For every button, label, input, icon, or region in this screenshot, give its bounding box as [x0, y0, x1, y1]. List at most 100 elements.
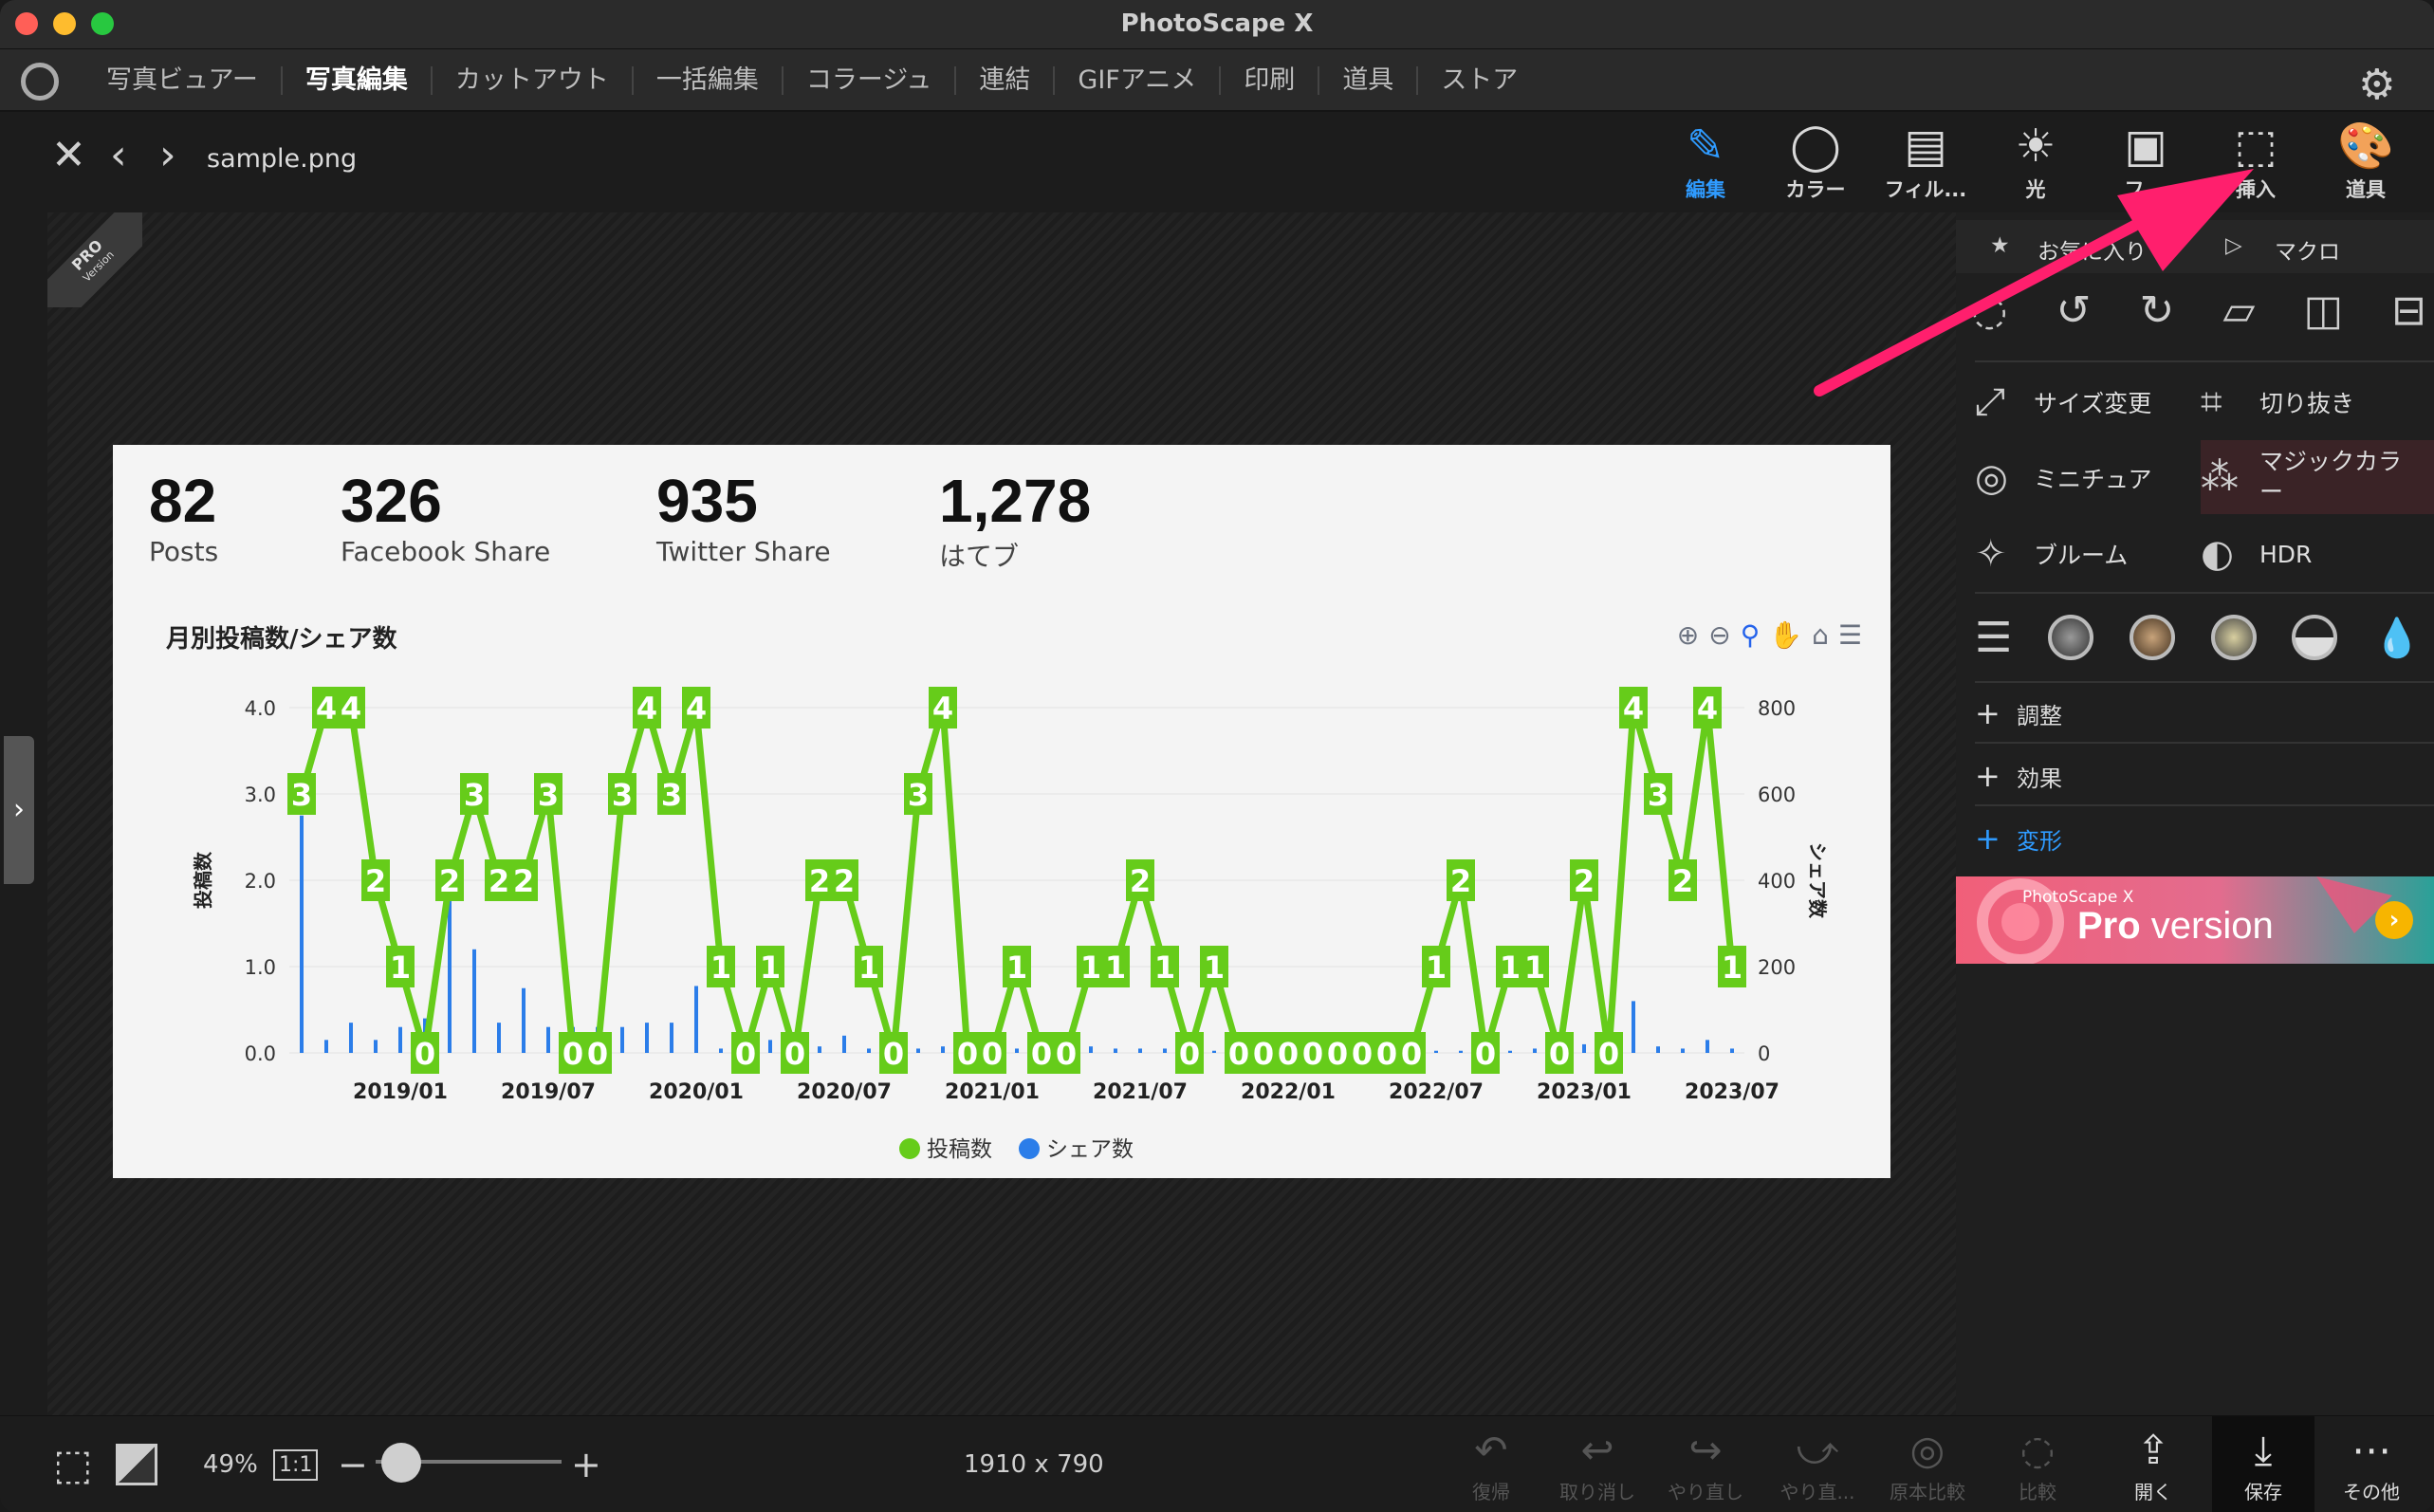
reset-home-icon[interactable]: ⌂ [1812, 619, 1829, 651]
marquee-select-icon[interactable]: ⬚ [53, 1416, 93, 1512]
gear-icon[interactable]: ⚙ [2358, 61, 2395, 109]
y2-axis-label: シェア数 [1806, 842, 1829, 919]
mode-tab[interactable]: 印刷 [1219, 66, 1318, 95]
toolbar-button-4[interactable]: ▣ フ... [2091, 114, 2201, 212]
filter-sepia-icon[interactable] [2129, 615, 2175, 660]
zoom-in-icon[interactable]: ⊕ [1677, 619, 1699, 651]
close-icon[interactable]: ✕ [51, 135, 86, 176]
zoom-out-icon[interactable]: ⊖ [1708, 619, 1730, 651]
rotate-ccw-icon[interactable]: ↺ [2056, 286, 2092, 343]
divider [1975, 360, 2434, 362]
data-label: 0 [1031, 1036, 1052, 1072]
filter-gray-icon[interactable] [2048, 615, 2094, 660]
toolbar-button-0[interactable]: ✎ 編集 [1650, 114, 1761, 212]
hdr-button[interactable]: ◐ HDR [2201, 526, 2419, 582]
data-label: 0 [1278, 1036, 1299, 1072]
data-label: 0 [883, 1036, 904, 1072]
drop-icon[interactable]: 💧 [2373, 616, 2421, 660]
legend-label: シェア数 [1046, 1137, 1134, 1162]
app-logo-icon[interactable] [21, 63, 59, 101]
promo-go-icon[interactable]: › [2375, 901, 2413, 939]
x-tick-label: 2023/07 [1685, 1080, 1779, 1104]
bottom-button-0[interactable]: ↶ 復帰 [1440, 1416, 1542, 1512]
filter-gradient-icon[interactable] [2292, 615, 2338, 660]
mode-tab[interactable]: カットアウト [430, 66, 632, 95]
section-transform[interactable]: + 変形 [1975, 812, 2062, 865]
pan-hand-icon[interactable]: ✋ [1769, 619, 1802, 651]
magic-color-button[interactable]: ⁂ マジックカラー [2201, 440, 2434, 514]
zoom-select-icon[interactable]: ⚲ [1741, 619, 1761, 651]
section-adjust[interactable]: + 調整 [1975, 687, 2062, 740]
edited-image[interactable]: 82 Posts 326 Facebook Share 935 Twitter … [113, 445, 1890, 1178]
bottom-button-1[interactable]: ↩ 取り消し [1546, 1416, 1649, 1512]
favorites-tab[interactable]: お気に入り [2038, 233, 2147, 266]
filter-vintage-icon[interactable] [2210, 615, 2257, 660]
actual-size-button[interactable]: 1:1 [273, 1416, 319, 1512]
toolbar-button-6[interactable]: 🎨 道具 [2311, 114, 2421, 212]
edit-toolbar: ✎ 編集 ◯ カラー ▤ フィル... ☀ 光 ▣ フ... ⬚ 挿入 🎨 道具 [1650, 114, 2421, 212]
data-label: 2 [1672, 863, 1693, 899]
redo-all-icon: ⤻ [1796, 1427, 1839, 1473]
data-label: 4 [686, 691, 707, 727]
data-label: 2 [513, 863, 534, 899]
toolbar-button-1[interactable]: ◯ カラー [1761, 114, 1871, 212]
crop-button[interactable]: ⌗ 切り抜き [2201, 374, 2419, 431]
mode-tab[interactable]: 一括編集 [631, 66, 782, 95]
film-icon: ▤ [1904, 120, 1947, 173]
flip-vertical-icon[interactable]: ⊟ [2391, 286, 2426, 343]
bottom-button-5[interactable]: ◌ 比較 [1986, 1416, 2089, 1512]
data-label: 1 [1105, 950, 1126, 986]
bottom-button-6[interactable]: ⇪ 開く [2102, 1416, 2204, 1512]
next-icon[interactable]: › [159, 135, 176, 176]
data-label: 0 [1253, 1036, 1274, 1072]
mode-menu-bar: 写真ビュアー 写真編集 カットアウト 一括編集 コラージュ 連結 GIFアニメ 印刷 道具 ストア… [0, 49, 2434, 112]
rotate-left-icon[interactable]: ◌ [1971, 286, 2007, 343]
mode-tab[interactable]: ストア [1416, 66, 1540, 95]
mode-tab[interactable]: 連結 [954, 66, 1053, 95]
palette-icon: 🎨 [2337, 120, 2394, 173]
mode-tab[interactable]: GIFアニメ [1053, 66, 1219, 95]
expand-sidebar-button[interactable]: › [4, 736, 34, 884]
bottom-button-3[interactable]: ⤻ やり直... [1766, 1416, 1869, 1512]
section-effect[interactable]: + 効果 [1975, 749, 2062, 802]
list-icon[interactable]: ☰ [1975, 614, 2012, 662]
chart-menu-icon[interactable]: ☰ [1838, 619, 1862, 651]
toolbar-button-5[interactable]: ⬚ 挿入 [2201, 114, 2311, 212]
bottom-button-2[interactable]: ↪ やり直し [1654, 1416, 1757, 1512]
mode-tab[interactable]: 写真編集 [280, 66, 431, 95]
toolbar-label: カラー [1785, 178, 1846, 201]
plus-icon: + [1975, 695, 2001, 731]
previous-icon[interactable]: ‹ [110, 135, 127, 176]
toolbar-button-3[interactable]: ☀ 光 [1981, 114, 2091, 212]
zoom-slider-knob[interactable] [381, 1443, 421, 1483]
toolbar-button-2[interactable]: ▤ フィル... [1871, 114, 1981, 212]
compare-icon: ◌ [2019, 1427, 2056, 1473]
mode-tab[interactable]: 写真ビュアー [83, 66, 281, 95]
mode-tab[interactable]: 道具 [1318, 66, 1416, 95]
resize-button[interactable]: ⤢ サイズ変更 [1975, 374, 2184, 431]
mode-tab[interactable]: コラージュ [781, 66, 955, 95]
compare-original-icon: ◎ [1909, 1427, 1945, 1473]
bottom-button-7[interactable]: ⤓ 保存 [2212, 1416, 2314, 1512]
share-bar [1706, 1040, 1709, 1053]
pro-version-banner[interactable]: PhotoScape X Pro version › [1956, 876, 2434, 964]
flip-horizontal-icon[interactable]: ◫ [2303, 286, 2343, 343]
zoom-out-button[interactable]: − [338, 1416, 368, 1512]
share-bar [1015, 1048, 1019, 1053]
background-toggle-icon[interactable] [116, 1416, 157, 1512]
miniature-button[interactable]: ◎ ミニチュア [1975, 450, 2184, 507]
one-to-one-label: 1:1 [273, 1448, 319, 1481]
bloom-button[interactable]: ✧ ブルーム [1975, 526, 2184, 582]
straighten-icon[interactable]: ▱ [2222, 286, 2255, 343]
bottom-label: その他 [2343, 1481, 2400, 1503]
share-bar [1089, 1046, 1093, 1053]
zoom-in-button[interactable]: + [571, 1416, 601, 1512]
data-label: 2 [1574, 863, 1595, 899]
macro-tab[interactable]: マクロ [2275, 233, 2340, 266]
rotate-cw-icon[interactable]: ↻ [2140, 286, 2175, 343]
bottom-button-8[interactable]: ⋯ その他 [2320, 1416, 2423, 1512]
legend-marker [899, 1138, 920, 1159]
data-label: 0 [1598, 1036, 1619, 1072]
bottom-label: 復帰 [1472, 1481, 1510, 1503]
bottom-button-4[interactable]: ◎ 原本比較 [1876, 1416, 1979, 1512]
